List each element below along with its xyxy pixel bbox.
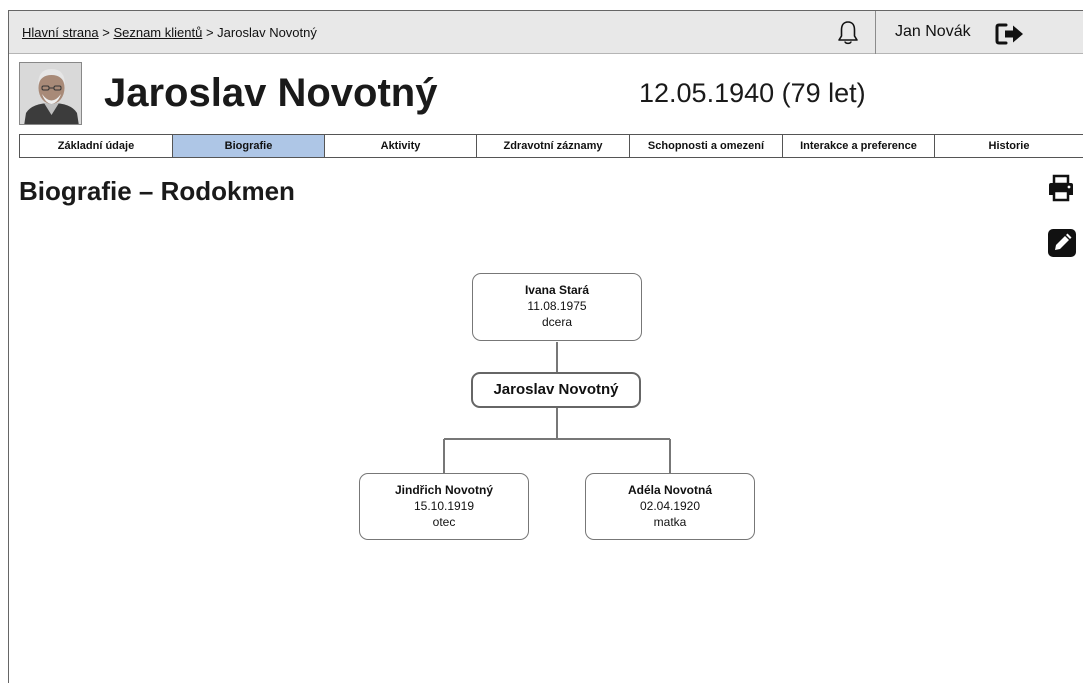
section-tabs: Základní údaje Biografie Aktivity Zdravo… [19, 134, 1083, 158]
pencil-icon[interactable] [1047, 229, 1077, 257]
member-relation: otec [432, 515, 456, 529]
member-birth-date: 15.10.1919 [413, 499, 475, 513]
family-member-mother[interactable]: Adéla Novotná 02.04.1920 matka [585, 473, 755, 540]
member-birth-date: 02.04.1920 [639, 499, 701, 513]
printer-icon[interactable] [1046, 174, 1076, 202]
bell-icon[interactable] [834, 19, 862, 47]
member-name: Jaroslav Novotný [493, 381, 619, 398]
page-title: Biografie – Rodokmen [19, 176, 295, 206]
breadcrumb-home-link[interactable]: Hlavní strana [22, 25, 99, 40]
member-birth-date: 11.08.1975 [527, 299, 587, 313]
tab-zdravotni-zaznamy[interactable]: Zdravotní záznamy [477, 135, 630, 157]
breadcrumb-separator: > [205, 25, 214, 40]
tab-biografie[interactable]: Biografie [173, 135, 325, 157]
topbar-divider [875, 11, 876, 54]
member-relation: dcera [541, 315, 573, 329]
client-birth-date: 12.05.1940 (79 let) [639, 78, 866, 108]
client-avatar [19, 62, 82, 125]
family-member-father[interactable]: Jindřich Novotný 15.10.1919 otec [359, 473, 529, 540]
tab-interakce-a-preference[interactable]: Interakce a preference [783, 135, 935, 157]
tab-schopnosti-a-omezeni[interactable]: Schopnosti a omezení [630, 135, 783, 157]
tab-historie[interactable]: Historie [935, 135, 1083, 157]
tab-zakladni-udaje[interactable]: Základní údaje [20, 135, 173, 157]
breadcrumb-separator: > [102, 25, 110, 40]
client-name-heading: Jaroslav Novotný [104, 71, 438, 115]
breadcrumb: Hlavní strana > Seznam klientů > Jarosla… [22, 25, 317, 40]
member-relation: matka [653, 515, 687, 529]
app-frame: Hlavní strana > Seznam klientů > Jarosla… [8, 10, 1083, 683]
family-member-daughter[interactable]: Ivana Stará 11.08.1975 dcera [472, 273, 642, 341]
top-bar: Hlavní strana > Seznam klientů > Jarosla… [9, 11, 1083, 54]
user-name: Jan Novák [895, 23, 971, 40]
tab-aktivity[interactable]: Aktivity [325, 135, 477, 157]
member-name: Adéla Novotná [627, 483, 712, 497]
member-name: Ivana Stará [524, 283, 590, 297]
family-member-self[interactable]: Jaroslav Novotný [471, 372, 641, 408]
breadcrumb-clients-link[interactable]: Seznam klientů [113, 25, 202, 40]
breadcrumb-current: Jaroslav Novotný [217, 25, 317, 40]
logout-icon[interactable] [995, 22, 1027, 46]
member-name: Jindřich Novotný [394, 483, 493, 497]
